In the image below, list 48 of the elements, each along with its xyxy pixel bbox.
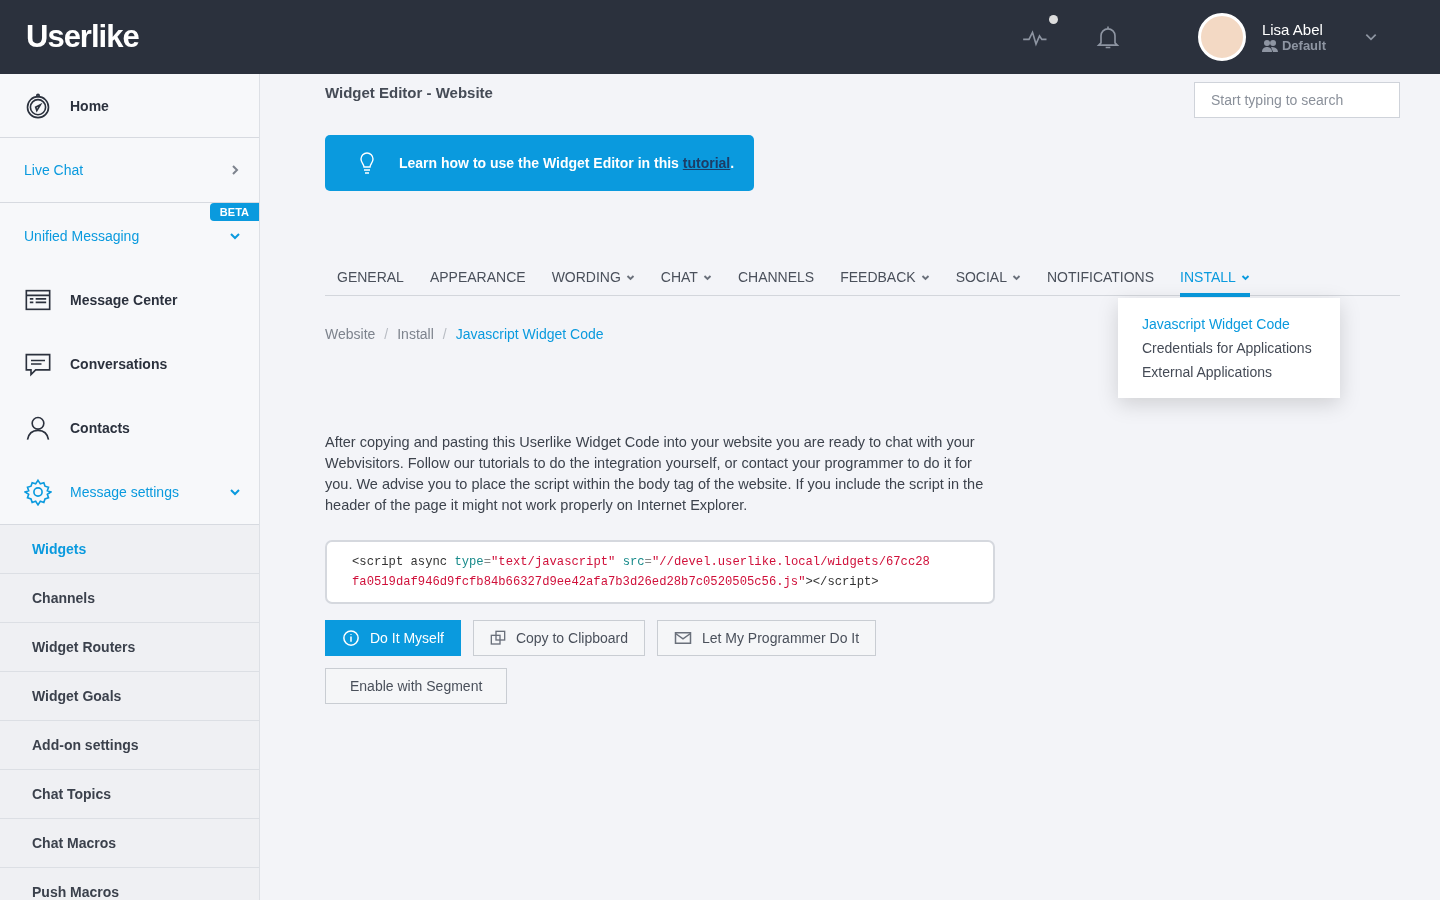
- action-button[interactable]: Enable with Segment: [325, 668, 508, 704]
- compass-icon: [24, 91, 52, 120]
- sidebar-subitem[interactable]: Add-on settings: [0, 721, 259, 770]
- person-icon: [24, 414, 52, 442]
- banner-text: Learn how to use the Widget Editor in this tutorial.: [399, 155, 735, 171]
- description: After copying and pasting this Userlike Widget Code into your website you are ready to chat with your Webvisitors. Follow our tutorials to do the integration yourself, or contact your programmer to do it for you. We advise you to place the script within the body tag of the website. If you include the script in the header of the page it might not work properly on Internet Explorer.: [325, 433, 985, 515]
- info-icon: [342, 629, 360, 647]
- breadcrumb-separator: /: [384, 326, 389, 342]
- tab[interactable]: SOCIAL: [955, 257, 1021, 297]
- sidebar-item[interactable]: Home: [0, 74, 259, 138]
- sidebar-subitem[interactable]: Chat Macros: [0, 819, 259, 868]
- tab[interactable]: CHAT: [660, 257, 712, 297]
- search-field[interactable]: Start typing to search: [1194, 82, 1400, 118]
- user-role: Default: [1281, 38, 1326, 53]
- breadcrumb[interactable]: Install: [397, 326, 434, 342]
- action-button[interactable]: Copy to Clipboard: [472, 620, 645, 656]
- tab[interactable]: FEEDBACK: [840, 257, 930, 297]
- sidebar-subitem[interactable]: Widget Routers: [0, 623, 259, 672]
- mail-icon: [673, 629, 692, 647]
- tab[interactable]: WORDING: [551, 257, 635, 297]
- tab[interactable]: GENERAL: [337, 257, 404, 297]
- menu-item[interactable]: Credentials for Applications: [1142, 340, 1316, 356]
- tab[interactable]: CHANNELS: [737, 257, 815, 297]
- tutorial-link[interactable]: tutorial: [682, 155, 731, 171]
- page-title: Widget Editor - Website: [325, 84, 493, 101]
- logo[interactable]: Userlike: [26, 19, 139, 55]
- code-block: <script async type="text/javascript" src="//devel.userlike.local/widgets/67cc28 fa0519daf946d9fcfb84b66327d9ee42afa7b3d26ed28b7c0520505c56.js"></script>: [325, 540, 995, 604]
- tab[interactable]: APPEARANCE: [429, 257, 526, 297]
- settings-icon: [24, 478, 52, 506]
- copy-icon: [489, 630, 506, 646]
- chevron-icon: [229, 164, 241, 176]
- sidebar-subitem[interactable]: Channels: [0, 574, 259, 623]
- chevron-icon: [229, 486, 241, 498]
- avatar[interactable]: [1197, 13, 1246, 61]
- sidebar-subitem[interactable]: Push Macros: [0, 868, 259, 900]
- breadcrumb[interactable]: Website: [325, 326, 376, 342]
- tab[interactable]: NOTIFICATIONS: [1047, 257, 1155, 297]
- menu-item[interactable]: External Applications: [1142, 364, 1316, 380]
- sidebar-subitem[interactable]: Widget Goals: [0, 672, 259, 721]
- users-icon: [1261, 39, 1278, 52]
- sidebar-item[interactable]: Message Center: [0, 268, 259, 332]
- sidebar-item[interactable]: Conversations: [0, 332, 259, 396]
- breadcrumb-separator: /: [442, 326, 447, 342]
- sidebar-subitem[interactable]: Chat Topics: [0, 770, 259, 819]
- user-name: Lisa Abel: [1261, 21, 1324, 38]
- beta-badge: BETA: [209, 203, 259, 221]
- action-button[interactable]: Let My Programmer Do It: [656, 620, 877, 656]
- sidebar-item[interactable]: Contacts: [0, 396, 259, 460]
